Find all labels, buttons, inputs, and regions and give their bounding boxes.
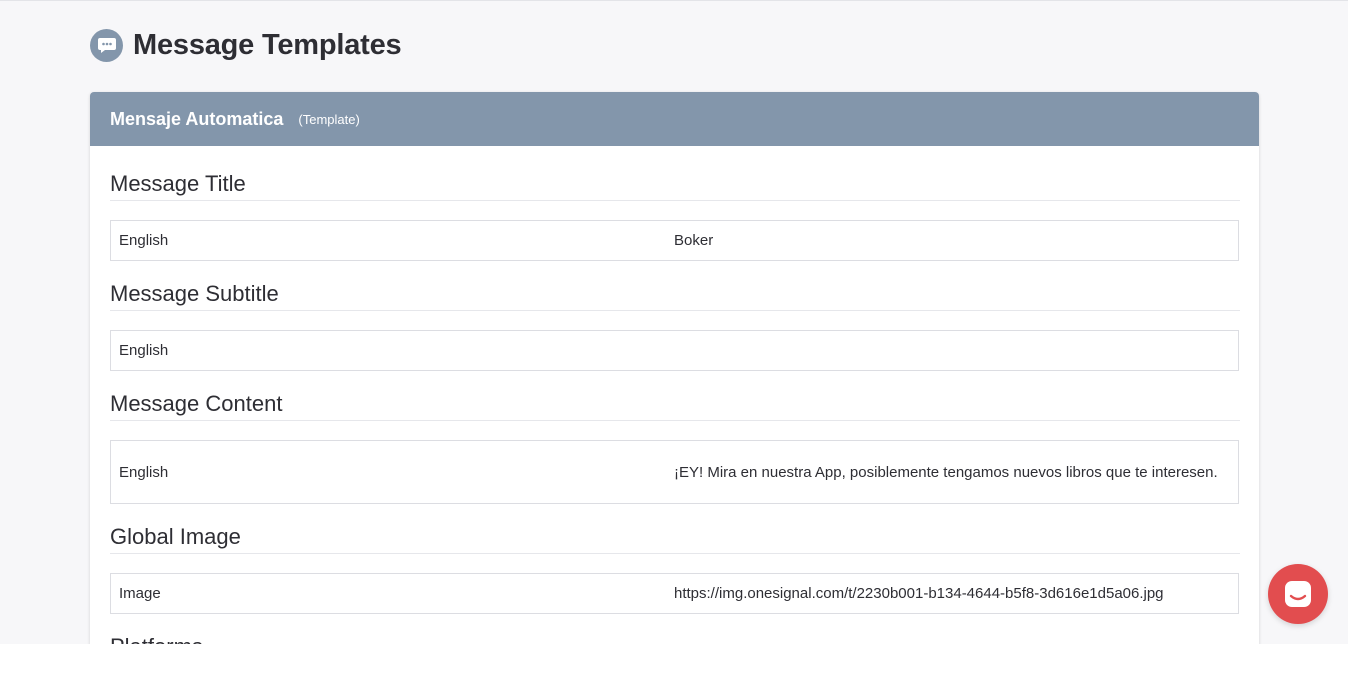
chat-launcher-icon <box>1285 581 1311 607</box>
section-message-content: Message Content English ¡EY! Mira en nue… <box>110 387 1240 504</box>
template-type-label: (Template) <box>298 111 360 127</box>
section-message-title: Message Title English Boker <box>110 167 1240 261</box>
template-card: Mensaje Automatica (Template) Message Ti… <box>90 92 1259 644</box>
section-title: Message Content <box>110 387 1240 421</box>
table-row: English ¡EY! Mira en nuestra App, posibl… <box>110 440 1239 504</box>
row-key: Image <box>119 585 161 602</box>
row-key: English <box>119 463 169 481</box>
page-title: Message Templates <box>133 28 402 61</box>
template-name: Mensaje Automatica <box>110 108 284 129</box>
row-value: Boker <box>674 232 714 249</box>
section-message-subtitle: Message Subtitle English <box>110 277 1240 371</box>
section-title: Global Image <box>110 520 1240 554</box>
table-row: English Boker <box>110 220 1239 261</box>
row-key: English <box>119 232 169 249</box>
section-global-image: Global Image Image https://img.onesignal… <box>110 520 1240 614</box>
image-url: https://img.onesignal.com/t/2230b001-b13… <box>674 585 1164 602</box>
section-platforms: Platforms <box>110 630 1240 644</box>
page-bottom-blank <box>0 644 1348 674</box>
chat-bubble-icon <box>90 28 123 62</box>
section-title: Message Title <box>110 167 1240 201</box>
section-title: Platforms <box>110 630 1240 644</box>
table-row: Image https://img.onesignal.com/t/2230b0… <box>110 573 1239 614</box>
page-header: Message Templates <box>90 28 402 62</box>
chat-launcher-button[interactable] <box>1268 564 1328 624</box>
table-row: English <box>110 330 1239 371</box>
row-value: ¡EY! Mira en nuestra App, posiblemente t… <box>674 463 1218 481</box>
row-key: English <box>119 342 169 359</box>
page-viewport: Message Templates Mensaje Automatica (Te… <box>0 0 1348 644</box>
section-title: Message Subtitle <box>110 277 1240 311</box>
card-header: Mensaje Automatica (Template) <box>90 92 1259 146</box>
